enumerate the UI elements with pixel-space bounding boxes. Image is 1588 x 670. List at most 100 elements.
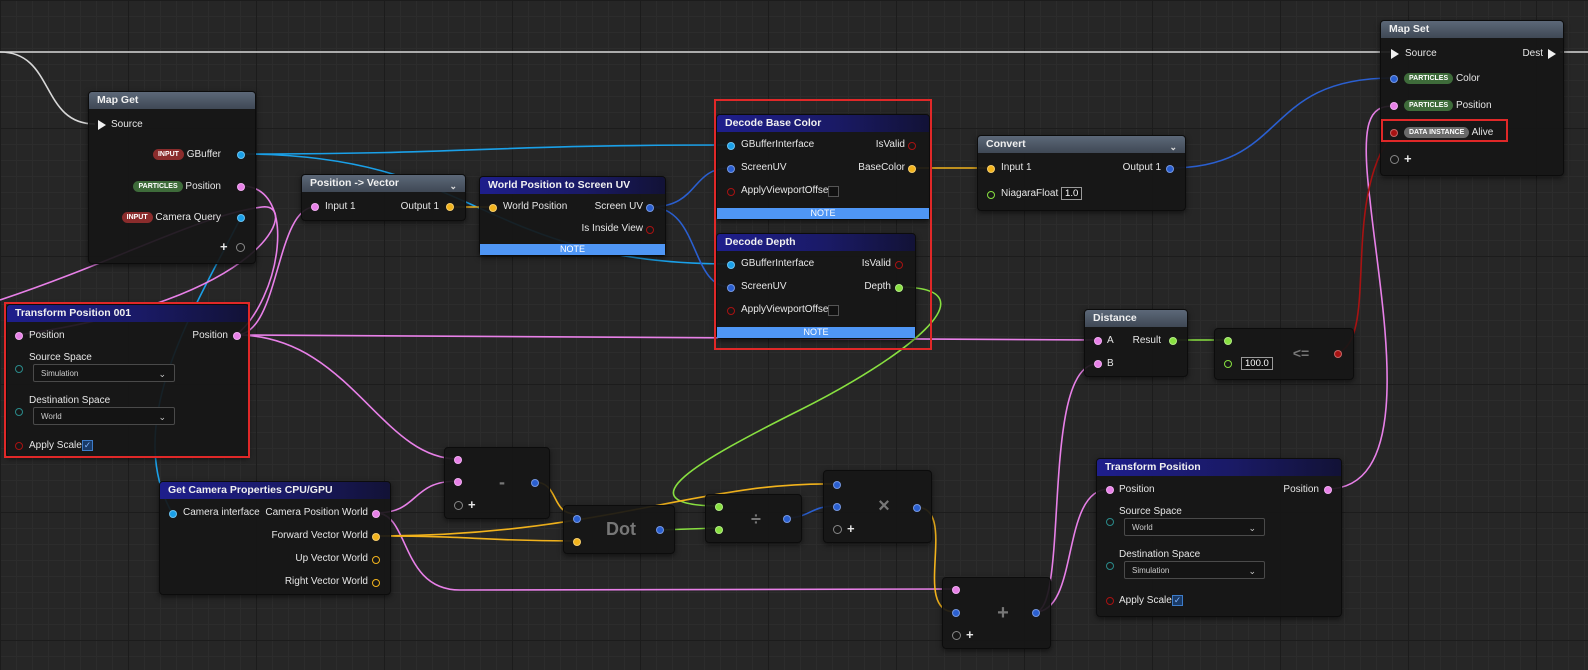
is-inside-view-pin[interactable] xyxy=(646,226,654,234)
divide-b-pin[interactable] xyxy=(715,526,723,534)
camera-props-node[interactable]: Get Camera Properties CPU/GPU Camera int… xyxy=(159,481,391,595)
screen-uv-pin[interactable] xyxy=(727,165,735,173)
multiply-a-pin[interactable] xyxy=(833,481,841,489)
transform-position-node[interactable]: Transform Position Position Position Sou… xyxy=(1096,458,1342,617)
apply-scale-checkbox[interactable]: ✓ xyxy=(82,440,93,451)
niagara-float-value[interactable]: 1.0 xyxy=(1061,187,1083,200)
screen-uv-pin[interactable] xyxy=(727,284,735,292)
destination-space-dropdown[interactable]: World ⌄ xyxy=(33,407,175,425)
add-pin-icon[interactable]: + xyxy=(220,240,228,253)
is-valid-pin[interactable] xyxy=(895,261,903,269)
apply-viewport-offset-pin[interactable] xyxy=(727,307,735,315)
source-space-dropdown[interactable]: World ⌄ xyxy=(1124,518,1265,536)
apply-viewport-offset-checkbox[interactable] xyxy=(828,305,839,316)
add-pin-circle[interactable] xyxy=(236,243,245,252)
apply-viewport-offset-checkbox[interactable] xyxy=(828,186,839,197)
is-valid-pin[interactable] xyxy=(908,142,916,150)
world-position-pin[interactable] xyxy=(489,204,497,212)
niagara-float-pin[interactable] xyxy=(987,191,995,199)
add-pin-circle[interactable] xyxy=(454,501,463,510)
subtract-b-pin[interactable] xyxy=(454,478,462,486)
position-pin[interactable] xyxy=(237,183,245,191)
add-pin-circle[interactable] xyxy=(952,631,961,640)
add-pin-circle[interactable] xyxy=(1390,155,1399,164)
compare-b-pin[interactable] xyxy=(1224,360,1232,368)
multiply-out-pin[interactable] xyxy=(913,504,921,512)
screen-uv-pin[interactable] xyxy=(646,204,654,212)
compare-a-pin[interactable] xyxy=(1224,337,1232,345)
a-pin[interactable] xyxy=(1094,337,1102,345)
transform-position-001-node[interactable]: Transform Position 001 Position Position… xyxy=(6,304,249,457)
add-pin-icon[interactable]: + xyxy=(847,522,855,535)
source-space-pin[interactable] xyxy=(1106,518,1114,526)
compare-value[interactable]: 100.0 xyxy=(1241,357,1273,370)
position-to-vector-node[interactable]: Position -> Vector ⌄ Input 1 Output 1 xyxy=(301,174,466,221)
decode-depth-node[interactable]: Decode Depth GBufferInterface ScreenUV A… xyxy=(716,233,916,339)
convert-node[interactable]: Convert ⌄ Input 1 Output 1 NiagaraFloat … xyxy=(977,135,1186,211)
apply-scale-checkbox[interactable]: ✓ xyxy=(1172,595,1183,606)
camera-interface-pin[interactable] xyxy=(169,510,177,518)
divide-a-pin[interactable] xyxy=(715,503,723,511)
alive-pin[interactable] xyxy=(1390,129,1398,137)
add-pin-icon[interactable]: + xyxy=(1404,152,1412,165)
destination-space-dropdown[interactable]: Simulation ⌄ xyxy=(1124,561,1265,579)
source-space-dropdown[interactable]: Simulation ⌄ xyxy=(33,364,175,382)
input-1-pin[interactable] xyxy=(987,165,995,173)
gbuffer-interface-pin[interactable] xyxy=(727,261,735,269)
apply-viewport-offset-pin[interactable] xyxy=(727,188,735,196)
destination-space-pin[interactable] xyxy=(1106,562,1114,570)
b-pin[interactable] xyxy=(1094,360,1102,368)
add-pin-icon[interactable]: + xyxy=(966,628,974,641)
add-pin-icon[interactable]: + xyxy=(468,498,476,511)
depth-pin[interactable] xyxy=(895,284,903,292)
map-set-node[interactable]: Map Set Source Dest PARTICLES Color PART… xyxy=(1380,20,1564,176)
exec-out-pin[interactable] xyxy=(1548,49,1556,59)
exec-in-pin[interactable] xyxy=(1391,49,1399,59)
multiply-b-pin[interactable] xyxy=(833,503,841,511)
add-pin-circle[interactable] xyxy=(833,525,842,534)
right-vector-world-pin[interactable] xyxy=(372,579,380,587)
color-pin[interactable] xyxy=(1390,75,1398,83)
divide-node[interactable]: ÷ xyxy=(705,494,802,543)
base-color-pin[interactable] xyxy=(908,165,916,173)
chevron-down-icon[interactable]: ⌄ xyxy=(449,178,457,195)
map-get-node[interactable]: Map Get Source INPUT GBuffer PARTICLES P… xyxy=(88,91,256,264)
multiply-node[interactable]: × + xyxy=(823,470,932,543)
subtract-out-pin[interactable] xyxy=(531,479,539,487)
apply-scale-pin[interactable] xyxy=(1106,597,1114,605)
add-node[interactable]: + + xyxy=(942,577,1051,649)
chevron-down-icon[interactable]: ⌄ xyxy=(1169,139,1177,156)
add-a-pin[interactable] xyxy=(952,586,960,594)
world-to-uv-node[interactable]: World Position to Screen UV World Positi… xyxy=(479,176,666,256)
result-pin[interactable] xyxy=(1169,337,1177,345)
divide-out-pin[interactable] xyxy=(783,515,791,523)
compare-node[interactable]: 100.0 <= xyxy=(1214,328,1354,380)
gbuffer-pin[interactable] xyxy=(237,151,245,159)
camera-query-pin[interactable] xyxy=(237,214,245,222)
add-b-pin[interactable] xyxy=(952,609,960,617)
dot-node[interactable]: Dot xyxy=(563,505,675,554)
output-1-pin[interactable] xyxy=(1166,165,1174,173)
destination-space-pin[interactable] xyxy=(15,408,23,416)
dot-out-pin[interactable] xyxy=(656,526,664,534)
camera-position-world-pin[interactable] xyxy=(372,510,380,518)
position-out-pin[interactable] xyxy=(1324,486,1332,494)
input-1-pin[interactable] xyxy=(311,203,319,211)
subtract-a-pin[interactable] xyxy=(454,456,462,464)
distance-node[interactable]: Distance A Result B xyxy=(1084,309,1188,377)
position-pin[interactable] xyxy=(1390,102,1398,110)
source-space-pin[interactable] xyxy=(15,365,23,373)
position-out-pin[interactable] xyxy=(233,332,241,340)
subtract-node[interactable]: - + xyxy=(444,447,550,519)
apply-scale-pin[interactable] xyxy=(15,442,23,450)
dot-a-pin[interactable] xyxy=(573,515,581,523)
up-vector-world-pin[interactable] xyxy=(372,556,380,564)
position-in-pin[interactable] xyxy=(1106,486,1114,494)
decode-base-color-node[interactable]: Decode Base Color GBufferInterface Scree… xyxy=(716,114,930,220)
gbuffer-interface-pin[interactable] xyxy=(727,142,735,150)
compare-out-pin[interactable] xyxy=(1334,350,1342,358)
add-out-pin[interactable] xyxy=(1032,609,1040,617)
output-1-pin[interactable] xyxy=(446,203,454,211)
exec-in-pin[interactable] xyxy=(98,120,106,130)
forward-vector-world-pin[interactable] xyxy=(372,533,380,541)
